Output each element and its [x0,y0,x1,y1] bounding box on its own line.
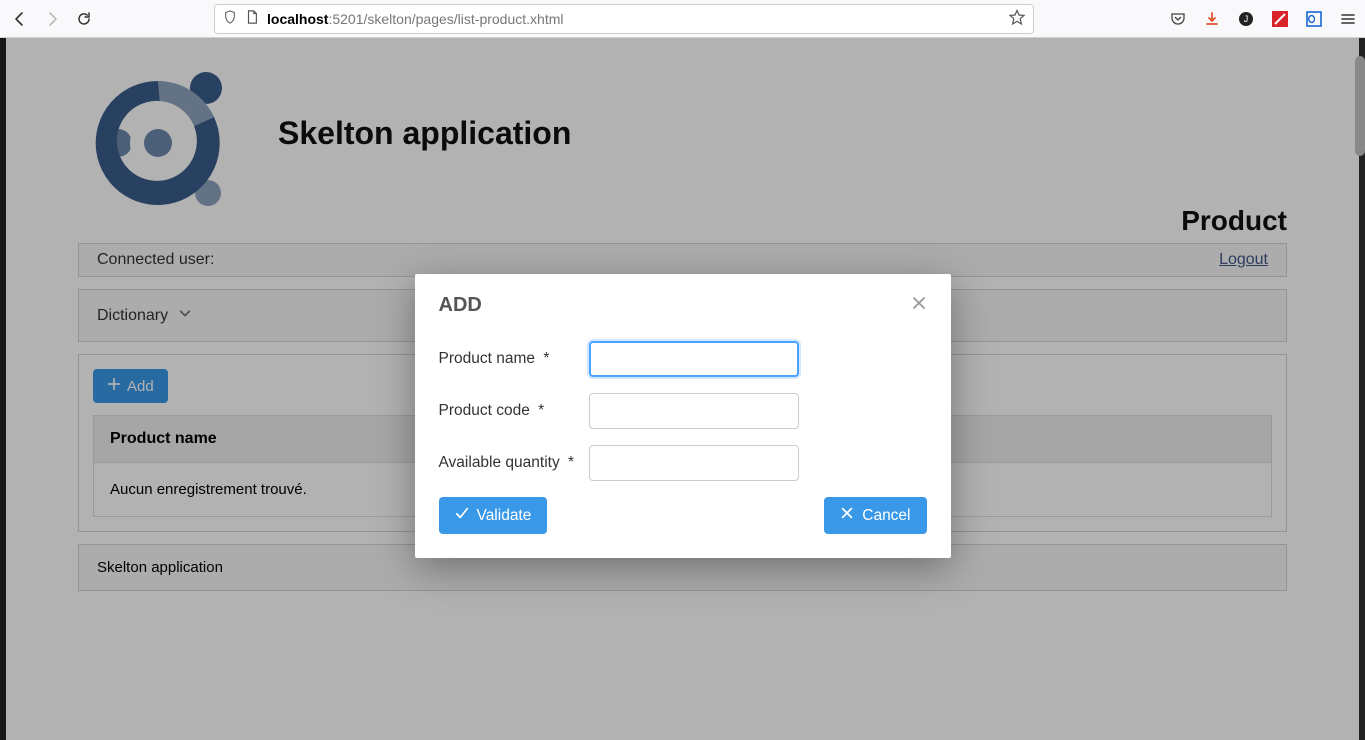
label-product-name: Product name * [439,350,589,368]
field-product-name: Product name * [439,341,927,377]
profile-icon[interactable]: J [1237,10,1255,28]
page-icon [245,10,259,27]
input-product-code[interactable] [589,393,799,429]
pocket-icon[interactable] [1169,10,1187,28]
input-product-name[interactable] [589,341,799,377]
dialog-close-button[interactable] [911,295,927,316]
ext-blue-icon[interactable] [1305,10,1323,28]
cancel-button[interactable]: Cancel [824,497,926,534]
back-button[interactable] [8,7,32,31]
scrollbar-thumb[interactable] [1355,56,1365,156]
input-available-qty[interactable] [589,445,799,481]
download-icon[interactable] [1203,10,1221,28]
label-available-qty: Available quantity * [439,454,589,472]
cancel-label: Cancel [862,507,910,525]
browser-toolbar: localhost:5201/skelton/pages/list-produc… [0,0,1365,38]
field-product-code: Product code * [439,393,927,429]
forward-button[interactable] [40,7,64,31]
toolbar-right: J [1169,10,1357,28]
validate-button[interactable]: Validate [439,497,548,534]
validate-label: Validate [477,507,532,525]
add-dialog: ADD Product name * Product code * [415,274,951,558]
label-product-code: Product code * [439,402,589,420]
field-available-qty: Available quantity * [439,445,927,481]
ext-red-icon[interactable] [1271,10,1289,28]
address-bar[interactable]: localhost:5201/skelton/pages/list-produc… [214,4,1034,34]
check-icon [455,506,469,525]
svg-text:J: J [1244,14,1249,24]
dialog-title: ADD [439,294,482,317]
hamburger-menu-icon[interactable] [1339,10,1357,28]
url-text: localhost:5201/skelton/pages/list-produc… [267,11,1001,27]
bookmark-star-icon[interactable] [1009,9,1025,28]
reload-button[interactable] [72,7,96,31]
close-icon [840,506,854,525]
shield-icon [223,10,237,27]
